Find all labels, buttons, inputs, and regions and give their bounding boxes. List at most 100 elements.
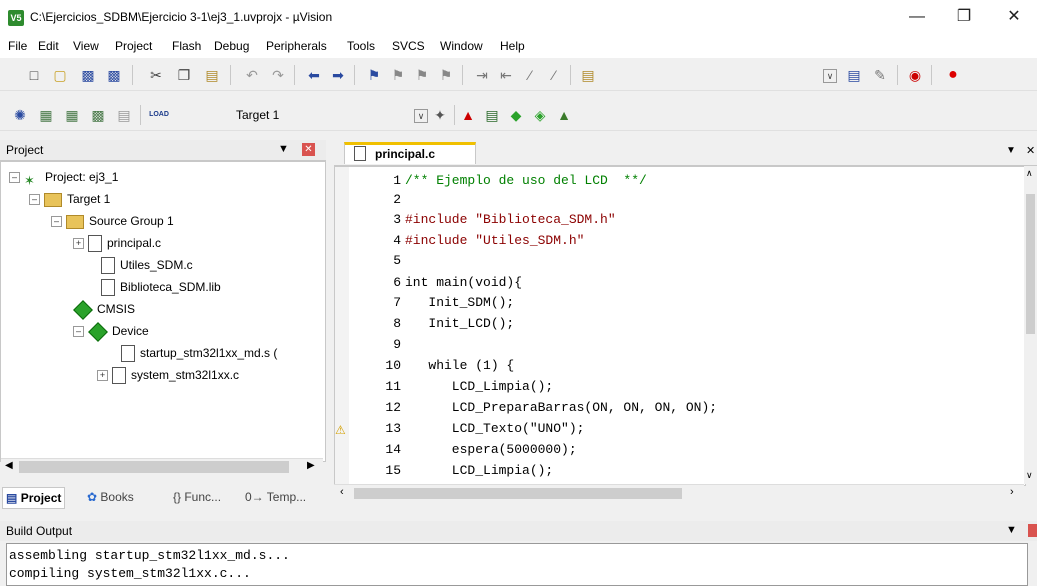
tab-project[interactable]: ▤ Project <box>2 487 66 509</box>
menu-svcs[interactable]: SVCS <box>392 39 425 53</box>
tab-functions[interactable]: {} Func... <box>170 487 224 507</box>
expand-icon[interactable]: + <box>97 370 108 382</box>
tab-books[interactable]: ✿ Books <box>84 487 137 507</box>
paste-icon[interactable]: ▤ <box>204 67 220 83</box>
tree-item-source-group[interactable]: – Source Group 1 <box>51 210 174 232</box>
next-bookmark-icon[interactable]: ⚑ <box>414 67 430 83</box>
menu-debug[interactable]: Debug <box>214 39 249 53</box>
navigate-back-icon[interactable]: ⬅ <box>306 67 322 83</box>
undo-icon[interactable]: ↶ <box>244 67 260 83</box>
run-time-environment-icon[interactable]: ◆ <box>508 107 524 123</box>
breakpoint-icon[interactable]: ● <box>945 67 961 83</box>
tree-item-biblioteca[interactable]: Biblioteca_SDM.lib <box>101 276 221 298</box>
rebuild-icon[interactable]: ▦ <box>64 107 80 123</box>
select-packs-icon[interactable]: ▤ <box>484 107 500 123</box>
target-options-icon[interactable]: ✦ <box>432 107 448 123</box>
stop-build-icon[interactable]: ▤ <box>116 107 132 123</box>
collapse-icon[interactable]: – <box>29 194 40 206</box>
scroll-up-icon[interactable]: ∧ <box>1026 168 1033 179</box>
tree-item-project[interactable]: – ✶ Project: ej3_1 <box>9 166 118 188</box>
expand-icon[interactable]: + <box>73 238 84 250</box>
bookmark-icon[interactable]: ⚑ <box>366 67 382 83</box>
previous-bookmark-icon[interactable]: ⚑ <box>390 67 406 83</box>
target-select[interactable]: Target 1 <box>236 108 279 122</box>
scroll-left-icon[interactable]: ◀ <box>5 460 13 471</box>
find-icon[interactable]: ▤ <box>846 67 862 83</box>
menu-peripherals[interactable]: Peripherals <box>266 39 327 53</box>
copy-icon[interactable]: ❐ <box>176 67 192 83</box>
tree-item-target[interactable]: – Target 1 <box>29 188 110 210</box>
editor-hscroll[interactable]: ‹ › <box>334 484 1024 503</box>
find-in-files-icon[interactable]: ▤ <box>580 67 596 83</box>
scroll-right-icon[interactable]: ▶ <box>307 460 315 471</box>
menu-edit[interactable]: Edit <box>38 39 59 53</box>
tab-templates[interactable]: 0→ Temp... <box>242 487 309 507</box>
code-editor[interactable]: 1 /** Ejemplo de uso del LCD **/ 2 3 #incl… <box>334 166 1026 486</box>
tree-item-cmsis[interactable]: CMSIS <box>73 298 135 320</box>
close-icon[interactable]: ✕ <box>302 143 315 156</box>
redo-icon[interactable]: ↷ <box>270 67 286 83</box>
navigate-forward-icon[interactable]: ➡ <box>330 67 346 83</box>
cut-icon[interactable]: ✂ <box>148 67 164 83</box>
tree-item-device[interactable]: – Device <box>73 320 149 342</box>
uncomment-icon[interactable]: ⁄ <box>546 67 562 83</box>
tree-item-utiles[interactable]: Utiles_SDM.c <box>101 254 193 276</box>
warning-icon[interactable]: ⚠ <box>335 423 346 437</box>
close-icon[interactable] <box>1028 524 1037 537</box>
load-download-icon[interactable]: LOAD <box>148 107 170 123</box>
unindent-icon[interactable]: ⇤ <box>498 67 514 83</box>
pin-icon[interactable]: ▼ <box>278 143 289 155</box>
menu-tools[interactable]: Tools <box>347 39 375 53</box>
collapse-icon[interactable]: – <box>73 326 84 338</box>
pin-icon[interactable]: ▼ <box>1006 524 1017 536</box>
collapse-icon[interactable]: – <box>51 216 62 228</box>
indent-icon[interactable]: ⇥ <box>474 67 490 83</box>
scrollbar-thumb[interactable] <box>19 461 289 473</box>
editor-vscroll[interactable]: ∧ ∨ <box>1024 166 1037 484</box>
dropdown-arrow-icon[interactable]: ∨ <box>823 69 837 83</box>
tab-list-dropdown-icon[interactable]: ▼ <box>1006 145 1016 156</box>
pack-installer-icon[interactable]: ◈ <box>532 107 548 123</box>
scroll-left-icon[interactable]: ‹ <box>340 486 344 498</box>
translate-icon[interactable]: ✺ <box>12 107 28 123</box>
project-tree-hscroll[interactable]: ◀ ▶ <box>1 458 323 476</box>
menu-window[interactable]: Window <box>440 39 483 53</box>
books-icon: ✿ <box>87 490 98 504</box>
scroll-down-icon[interactable]: ∨ <box>1026 470 1033 481</box>
close-tab-icon[interactable]: ✕ <box>1026 144 1035 157</box>
scrollbar-thumb[interactable] <box>1026 194 1035 334</box>
clear-bookmarks-icon[interactable]: ⚑ <box>438 67 454 83</box>
file-icon <box>112 367 126 385</box>
close-window-button[interactable]: ✕ <box>994 2 1034 32</box>
line-number: 9 <box>393 337 401 352</box>
tree-item-startup[interactable]: startup_stm32l1xx_md.s ( <box>121 342 277 364</box>
scrollbar-thumb[interactable] <box>354 488 682 499</box>
menu-project[interactable]: Project <box>115 39 152 53</box>
new-file-icon[interactable]: □ <box>26 67 42 83</box>
scroll-right-icon[interactable]: › <box>1010 486 1014 498</box>
build-icon[interactable]: ▦ <box>38 107 54 123</box>
menu-help[interactable]: Help <box>500 39 525 53</box>
menu-flash[interactable]: Flash <box>172 39 201 53</box>
comment-icon[interactable]: ⁄ <box>522 67 538 83</box>
manage-components-icon[interactable]: ▲ <box>556 107 572 123</box>
code-line: espera(5000000); <box>405 442 577 457</box>
manage-project-items-icon[interactable]: ▲ <box>460 107 476 123</box>
tree-item-system[interactable]: + system_stm32l1xx.c <box>97 364 239 386</box>
collapse-icon[interactable]: – <box>9 172 20 184</box>
save-icon[interactable]: ▩ <box>80 67 96 83</box>
debug-session-icon[interactable]: ◉ <box>907 67 923 83</box>
target-dropdown-icon[interactable]: ∨ <box>414 109 428 123</box>
menu-file[interactable]: File <box>8 39 27 53</box>
editor-tab-principal[interactable]: principal.c <box>344 142 476 164</box>
build-output-pane[interactable]: assembling startup_stm32l1xx_md.s... com… <box>6 543 1028 586</box>
maximize-button[interactable]: ❐ <box>944 2 984 32</box>
open-folder-icon[interactable]: ▢ <box>52 67 68 83</box>
incremental-find-icon[interactable]: ✎ <box>872 67 888 83</box>
tree-item-principal[interactable]: + principal.c <box>73 232 161 254</box>
minimize-button[interactable]: — <box>897 2 937 32</box>
menu-view[interactable]: View <box>73 39 99 53</box>
batch-build-icon[interactable]: ▩ <box>90 107 106 123</box>
code-line: #include "Utiles_SDM.h" <box>405 233 585 248</box>
save-all-icon[interactable]: ▩ <box>106 67 122 83</box>
